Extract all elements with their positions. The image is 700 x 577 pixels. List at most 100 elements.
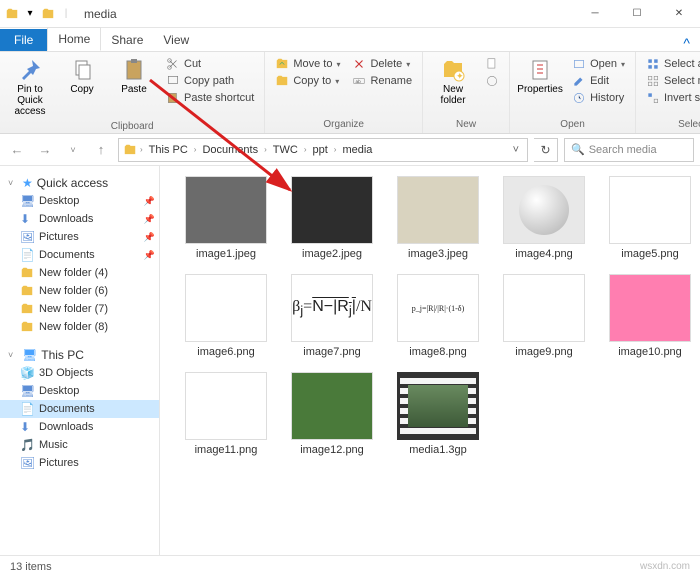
tab-home[interactable]: Home bbox=[47, 27, 101, 51]
new-item-button[interactable] bbox=[481, 56, 503, 72]
file-name: media1.3gp bbox=[409, 444, 467, 456]
this-pc-header[interactable]: ˅ 🖥 This PC bbox=[0, 346, 159, 364]
sidebar-item[interactable]: 🧊3D Objects bbox=[0, 364, 159, 382]
crumb[interactable]: ppt bbox=[310, 144, 331, 156]
close-button[interactable]: ✕ bbox=[658, 0, 700, 28]
downloads-icon: ⬇ bbox=[20, 212, 34, 226]
sidebar-item[interactable]: ⬇Downloads bbox=[0, 418, 159, 436]
file-item[interactable]: image10.png bbox=[600, 274, 700, 358]
easy-access-button[interactable] bbox=[481, 73, 503, 89]
sidebar-item[interactable]: 🖥Desktop📌 bbox=[0, 192, 159, 210]
tab-file[interactable]: File bbox=[0, 29, 47, 51]
pin-to-quick-access-button[interactable]: Pin to Quick access bbox=[6, 56, 54, 119]
recent-locations-button[interactable]: ˅ bbox=[62, 139, 84, 161]
back-button[interactable]: ← bbox=[6, 139, 28, 161]
select-all-button[interactable]: Select all bbox=[642, 56, 700, 72]
select-group-label: Select bbox=[642, 117, 700, 133]
new-folder-button[interactable]: ✦ New folder bbox=[429, 56, 477, 108]
edit-button[interactable]: Edit bbox=[568, 73, 629, 89]
rename-button[interactable]: abRename bbox=[348, 73, 416, 89]
copy-folder-icon bbox=[275, 74, 289, 88]
thumbnail bbox=[291, 176, 373, 244]
invert-selection-button[interactable]: Invert selection bbox=[642, 90, 700, 106]
sidebar-item[interactable]: 🖼Pictures📌 bbox=[0, 228, 159, 246]
sidebar-item[interactable]: New folder (4) bbox=[0, 264, 159, 282]
delete-button[interactable]: Delete bbox=[348, 56, 416, 72]
move-icon bbox=[275, 57, 289, 71]
select-none-icon bbox=[646, 74, 660, 88]
maximize-button[interactable]: ☐ bbox=[616, 0, 658, 28]
properties-button[interactable]: Properties bbox=[516, 56, 564, 97]
sidebar-item[interactable]: ⬇Downloads📌 bbox=[0, 210, 159, 228]
ribbon-group-select: Select all Select none Invert selection … bbox=[636, 52, 700, 133]
open-label: Open bbox=[590, 58, 617, 70]
file-name: image1.jpeg bbox=[196, 248, 256, 260]
sidebar-item-label: New folder (4) bbox=[39, 267, 108, 279]
copy-to-button[interactable]: Copy to bbox=[271, 73, 344, 89]
up-button[interactable]: ↑ bbox=[90, 139, 112, 161]
move-to-button[interactable]: Move to bbox=[271, 56, 344, 72]
forward-button[interactable]: → bbox=[34, 139, 56, 161]
paste-button[interactable]: Paste bbox=[110, 56, 158, 97]
properties-label: Properties bbox=[517, 84, 563, 95]
thumbnail bbox=[291, 372, 373, 440]
sidebar-item-label: Downloads bbox=[39, 213, 93, 225]
sidebar-item[interactable]: New folder (7) bbox=[0, 300, 159, 318]
sidebar-item-label: 3D Objects bbox=[39, 367, 93, 379]
paste-shortcut-button[interactable]: Paste shortcut bbox=[162, 90, 258, 106]
copy-button[interactable]: Copy bbox=[58, 56, 106, 97]
minimize-button[interactable]: ─ bbox=[574, 0, 616, 28]
file-item[interactable]: image11.png bbox=[176, 372, 276, 456]
file-name: image4.png bbox=[515, 248, 573, 260]
sidebar-item[interactable]: 🖼Pictures bbox=[0, 454, 159, 472]
history-button[interactable]: History bbox=[568, 90, 629, 106]
qat-dropdown-icon[interactable]: ▾ bbox=[22, 6, 38, 22]
crumb[interactable]: TWC bbox=[270, 144, 301, 156]
delete-label: Delete bbox=[370, 58, 402, 70]
history-label: History bbox=[590, 92, 624, 104]
tab-view[interactable]: View bbox=[153, 29, 199, 51]
sidebar-item[interactable]: 📄Documents📌 bbox=[0, 246, 159, 264]
new-folder-icon: ✦ bbox=[441, 58, 465, 82]
tab-share[interactable]: Share bbox=[101, 29, 153, 51]
select-none-button[interactable]: Select none bbox=[642, 73, 700, 89]
open-button[interactable]: Open bbox=[568, 56, 629, 72]
sidebar-item[interactable]: New folder (6) bbox=[0, 282, 159, 300]
quick-access-header[interactable]: ˅ ★ Quick access bbox=[0, 174, 159, 192]
address-dropdown-icon[interactable]: ˅ bbox=[509, 144, 523, 156]
sidebar-item[interactable]: 🎵Music bbox=[0, 436, 159, 454]
search-icon: 🔍 bbox=[571, 143, 585, 156]
open-group-label: Open bbox=[516, 117, 629, 133]
crumb[interactable]: media bbox=[339, 144, 375, 156]
file-item[interactable]: image1.jpeg bbox=[176, 176, 276, 260]
file-item[interactable]: βj=N−|Rj|/N image7.png bbox=[282, 274, 382, 358]
file-item[interactable]: image12.png bbox=[282, 372, 382, 456]
breadcrumb-bar[interactable]: › This PC › Documents › TWC › ppt › medi… bbox=[118, 138, 528, 162]
crumb[interactable]: This PC bbox=[146, 144, 191, 156]
file-item[interactable]: image3.jpeg bbox=[388, 176, 488, 260]
cut-button[interactable]: Cut bbox=[162, 56, 258, 72]
crumb[interactable]: Documents bbox=[199, 144, 261, 156]
ribbon-help-button[interactable]: ^ bbox=[673, 35, 700, 51]
pictures-icon: 🖼 bbox=[20, 230, 34, 244]
file-item[interactable]: p_j=|R|/|R|·(1-δ) image8.png bbox=[388, 274, 488, 358]
new-folder-label: New folder bbox=[431, 84, 475, 106]
file-item[interactable]: image5.png bbox=[600, 176, 700, 260]
sidebar-item[interactable]: 📄Documents bbox=[0, 400, 159, 418]
file-item[interactable]: image6.png bbox=[176, 274, 276, 358]
copy-path-button[interactable]: Copy path bbox=[162, 73, 258, 89]
file-view[interactable]: image1.jpeg image2.jpeg image3.jpeg imag… bbox=[160, 166, 700, 555]
sidebar-item[interactable]: 🖥Desktop bbox=[0, 382, 159, 400]
file-item[interactable]: image9.png bbox=[494, 274, 594, 358]
sidebar-item-label: Desktop bbox=[39, 385, 79, 397]
copy-path-label: Copy path bbox=[184, 75, 234, 87]
sidebar-item[interactable]: New folder (8) bbox=[0, 318, 159, 336]
search-box[interactable]: 🔍 Search media bbox=[564, 138, 694, 162]
file-item[interactable]: image4.png bbox=[494, 176, 594, 260]
address-bar: ← → ˅ ↑ › This PC › Documents › TWC › pp… bbox=[0, 134, 700, 166]
rename-icon: ab bbox=[352, 74, 366, 88]
refresh-button[interactable]: ↻ bbox=[534, 138, 558, 162]
file-item[interactable]: media1.3gp bbox=[388, 372, 488, 456]
file-item[interactable]: image2.jpeg bbox=[282, 176, 382, 260]
item-icon: 🖼 bbox=[20, 456, 34, 470]
